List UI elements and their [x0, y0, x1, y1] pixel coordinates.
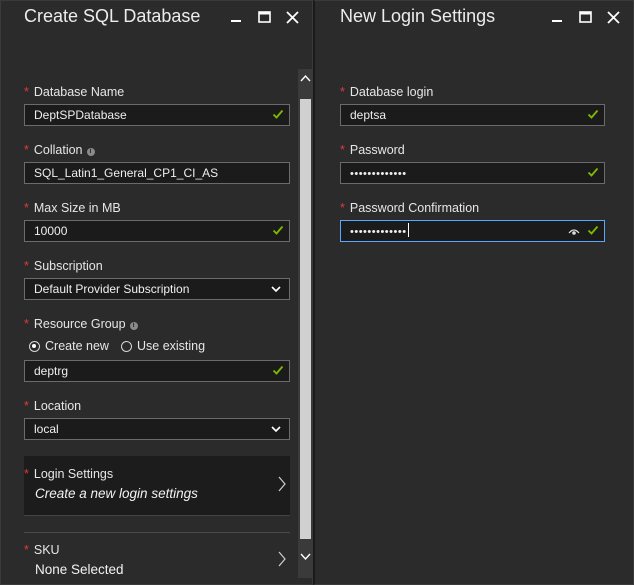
maximize-icon — [578, 11, 592, 23]
scroll-up-button[interactable] — [298, 69, 313, 87]
required-asterisk: * — [24, 543, 29, 557]
database-login-input[interactable]: deptsa — [340, 104, 605, 126]
radio-create-new[interactable]: Create new — [29, 339, 109, 353]
close-button[interactable] — [278, 7, 306, 27]
info-icon[interactable]: i — [86, 148, 95, 156]
subscription-dropdown[interactable]: Default Provider Subscription — [24, 278, 290, 300]
required-asterisk: * — [24, 143, 29, 157]
scrollbar-thumb[interactable] — [300, 99, 311, 539]
window-controls — [222, 7, 306, 27]
chevron-down-icon — [271, 426, 281, 433]
new-login-settings-blade: New Login Settings * Database login depts… — [313, 0, 634, 585]
minimize-button[interactable] — [222, 7, 250, 27]
chevron-right-icon — [278, 476, 286, 492]
login-settings-label: * Login Settings — [24, 467, 114, 481]
required-asterisk: * — [24, 399, 29, 413]
location-dropdown[interactable]: local — [24, 418, 290, 440]
login-settings-nav[interactable]: * Login Settings Create a new login setti… — [24, 456, 290, 516]
required-asterisk: * — [24, 259, 29, 273]
window-controls — [543, 7, 627, 27]
collation-input[interactable]: SQL_Latin1_General_CP1_CI_AS — [24, 162, 290, 184]
check-icon — [587, 109, 599, 119]
resource-group-input[interactable]: deptrg — [24, 360, 290, 382]
check-icon — [272, 225, 284, 235]
blade-title: New Login Settings — [340, 6, 496, 26]
required-asterisk: * — [340, 201, 345, 215]
max-size-label: * Max Size in MB — [24, 201, 121, 215]
login-settings-subtitle: Create a new login settings — [35, 486, 198, 501]
required-asterisk: * — [24, 317, 29, 331]
database-name-input[interactable]: DeptSPDatabase — [24, 104, 290, 126]
chevron-down-icon — [300, 553, 311, 561]
check-icon — [587, 225, 599, 235]
chevron-right-icon — [278, 551, 286, 567]
sku-value: None Selected — [35, 562, 124, 577]
minimize-button[interactable] — [543, 7, 571, 27]
vertical-scrollbar[interactable] — [298, 69, 313, 578]
required-asterisk: * — [340, 143, 345, 157]
maximize-button[interactable] — [571, 7, 599, 27]
max-size-input[interactable]: 10000 — [24, 220, 290, 242]
sku-label: * SKU — [24, 543, 60, 557]
minimize-icon — [552, 20, 562, 22]
divider — [24, 532, 290, 533]
password-input[interactable]: ••••••••••••• — [340, 162, 605, 184]
minimize-icon — [231, 20, 241, 22]
scroll-down-button[interactable] — [298, 548, 313, 566]
required-asterisk: * — [24, 467, 29, 481]
close-icon — [285, 10, 299, 24]
create-sql-database-blade: Create SQL Database * Database Name DeptS… — [0, 0, 313, 585]
password-confirmation-label: * Password Confirmation — [340, 201, 480, 215]
check-icon — [272, 365, 284, 375]
location-label: * Location — [24, 399, 82, 413]
check-icon — [587, 167, 599, 177]
text-caret — [407, 223, 409, 237]
chevron-down-icon — [271, 286, 281, 293]
password-confirmation-input[interactable]: ••••••••••••• — [340, 220, 605, 242]
database-name-label: * Database Name — [24, 85, 125, 99]
chevron-up-icon — [300, 74, 311, 82]
sku-nav[interactable]: * SKU None Selected — [24, 541, 290, 581]
radio-use-existing[interactable]: Use existing — [121, 339, 205, 353]
eye-icon[interactable] — [568, 225, 580, 237]
check-icon — [272, 109, 284, 119]
required-asterisk: * — [24, 201, 29, 215]
collation-label: * Collation i — [24, 143, 95, 157]
close-button[interactable] — [599, 7, 627, 27]
required-asterisk: * — [340, 85, 345, 99]
database-login-label: * Database login — [340, 85, 434, 99]
radio-selected-icon — [29, 340, 40, 352]
radio-unselected-icon — [121, 340, 132, 352]
maximize-icon — [257, 11, 271, 23]
close-icon — [606, 10, 620, 24]
resource-group-label: * Resource Group i — [24, 317, 138, 331]
blade-header: New Login Settings — [315, 1, 633, 33]
required-asterisk: * — [24, 85, 29, 99]
subscription-label: * Subscription — [24, 259, 103, 273]
blade-title: Create SQL Database — [24, 6, 201, 26]
info-icon[interactable]: i — [129, 322, 138, 330]
maximize-button[interactable] — [250, 7, 278, 27]
password-label: * Password — [340, 143, 405, 157]
blade-header: Create SQL Database — [1, 1, 312, 33]
